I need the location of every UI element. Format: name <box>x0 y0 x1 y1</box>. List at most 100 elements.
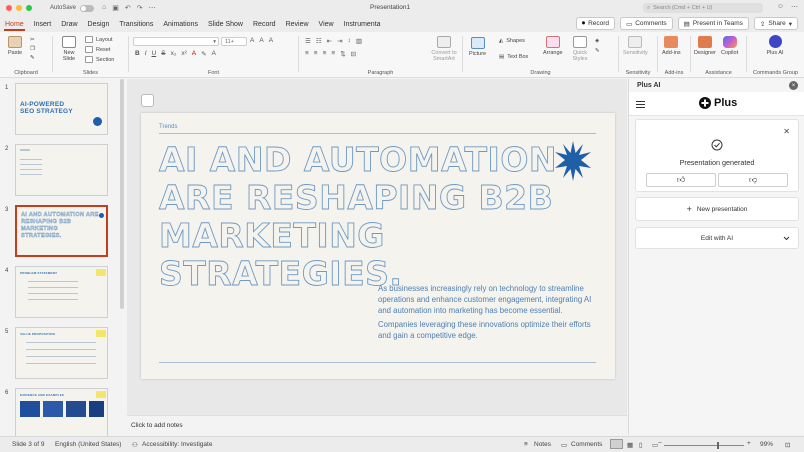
underline-icon[interactable]: U <box>152 50 157 58</box>
close-icon[interactable]: ✕ <box>783 127 790 136</box>
tab-review[interactable]: Review <box>281 16 314 32</box>
shape-outline-button[interactable]: ✎ <box>595 48 600 54</box>
present-in-teams-button[interactable]: ▤ Present in Teams <box>677 17 749 30</box>
columns-icon[interactable]: ▥ <box>356 37 362 45</box>
accessibility-status[interactable]: Accessibility: Investigate <box>142 441 212 448</box>
close-window-button[interactable] <box>6 5 12 11</box>
notes-pane[interactable]: Click to add notes <box>127 415 627 435</box>
notes-toggle[interactable]: Notes <box>534 441 551 448</box>
slide-body-paragraph-1[interactable]: As businesses increasingly rely on techn… <box>378 283 603 316</box>
copilot-icon[interactable] <box>141 94 154 107</box>
comments-toggle[interactable]: Comments <box>571 441 602 448</box>
zoom-window-button[interactable] <box>26 5 32 11</box>
align-right-icon[interactable]: ≡ <box>323 50 327 58</box>
thumbnails-scrollbar[interactable] <box>120 79 124 309</box>
language-status[interactable]: English (United States) <box>55 441 121 448</box>
share-button[interactable]: ⇪ Share ▾ <box>753 17 798 30</box>
copy-button[interactable]: ❐ <box>30 46 35 52</box>
zoom-level[interactable]: 99% <box>760 441 773 448</box>
share-person-icon[interactable]: ☺ <box>777 3 784 11</box>
decrease-indent-icon[interactable]: ⇤ <box>327 37 332 45</box>
arrange-button[interactable]: Arrange <box>543 36 563 56</box>
sensitivity-button[interactable]: Sensitivity <box>623 36 648 56</box>
comments-button[interactable]: ▭ Comments <box>620 17 673 30</box>
thumbnail-slide[interactable]: PROBLEM STATEMENT <box>15 266 108 318</box>
font-family-select[interactable]: ▾ <box>133 37 219 46</box>
close-icon[interactable]: × <box>789 81 798 90</box>
layout-button[interactable]: Layout <box>85 36 113 43</box>
tab-slide-show[interactable]: Slide Show <box>203 16 248 32</box>
copilot-button[interactable]: Copilot <box>721 36 738 56</box>
edit-with-ai-button[interactable]: Edit with AI <box>635 227 799 249</box>
numbering-icon[interactable]: ☷ <box>316 37 322 45</box>
more-icon[interactable]: ⋯ <box>149 4 156 12</box>
zoom-out-icon[interactable]: − <box>658 440 662 447</box>
slide-sorter-icon[interactable]: ▦ <box>627 441 633 449</box>
tab-design[interactable]: Design <box>83 16 115 32</box>
slide-body-paragraph-2[interactable]: Companies leveraging these innovations o… <box>378 319 603 341</box>
tab-instrumenta[interactable]: Instrumenta <box>339 16 386 32</box>
superscript-icon[interactable]: x² <box>181 50 186 58</box>
slide[interactable]: Trends AI AND AUTOMATION ARE RESHAPING B… <box>141 113 615 379</box>
quick-styles-button[interactable]: Quick Styles <box>569 36 591 62</box>
text-direction-icon[interactable]: ⇅ <box>340 50 345 58</box>
home-icon[interactable]: ⌂ <box>102 4 106 12</box>
shapes-button[interactable]: ◭ Shapes <box>499 38 525 44</box>
zoom-in-icon[interactable]: + <box>747 440 751 447</box>
new-presentation-button[interactable]: + New presentation <box>635 197 799 221</box>
addins-button[interactable]: Add-ins <box>662 36 681 56</box>
zoom-slider-handle[interactable] <box>717 442 719 449</box>
thumbnail-slide[interactable]: EVIDENCE AND EXAMPLES <box>15 388 108 440</box>
reset-button[interactable]: Reset <box>85 46 110 53</box>
text-box-button[interactable]: ▤ Text Box <box>499 54 528 60</box>
minimize-window-button[interactable] <box>16 5 22 11</box>
thumbnail-slide[interactable]: AI-POWERED SEO STRATEGY <box>15 83 108 135</box>
justify-icon[interactable]: ≡ <box>331 50 335 58</box>
convert-smartart-button[interactable]: Convert to SmartArt <box>427 36 461 62</box>
slide-kicker[interactable]: Trends <box>159 124 177 130</box>
shape-fill-button[interactable]: ◈ <box>595 38 599 44</box>
clear-format-icon[interactable]: A <box>269 37 273 44</box>
font-size-select[interactable]: 11+ <box>221 37 247 46</box>
designer-button[interactable]: Designer <box>694 36 716 56</box>
align-text-icon[interactable]: ⊟ <box>351 50 356 58</box>
tab-view[interactable]: View <box>314 16 339 32</box>
slide-headline[interactable]: AI AND AUTOMATION ARE RESHAPING B2B MARK… <box>159 140 559 293</box>
more-options-icon[interactable]: ⋯ <box>791 3 798 11</box>
paste-button[interactable]: Paste <box>8 36 22 56</box>
autosave-toggle[interactable] <box>80 4 95 12</box>
cut-button[interactable]: ✂ <box>30 37 35 43</box>
thumbs-up-button[interactable]: 👍︎ <box>646 173 716 187</box>
tab-record[interactable]: Record <box>248 16 281 32</box>
fit-to-window-icon[interactable]: ⊡ <box>785 441 790 449</box>
grow-font-icon[interactable]: A <box>250 37 254 44</box>
thumbnail-slide[interactable]: VALUE PROPOSITION <box>15 327 108 379</box>
search-input[interactable]: ⌕ Search (Cmd + Ctrl + U) <box>643 3 763 13</box>
reading-view-icon[interactable]: ▯ <box>639 441 643 449</box>
new-slide-button[interactable]: New Slide <box>58 36 80 62</box>
line-spacing-icon[interactable]: ↕ <box>348 37 351 45</box>
thumbs-down-button[interactable]: 👎︎ <box>718 173 788 187</box>
font-color-icon[interactable]: A <box>192 50 196 58</box>
menu-icon[interactable] <box>636 101 645 108</box>
record-button[interactable]: ⏺ Record <box>575 17 616 30</box>
bullets-icon[interactable]: ☰ <box>305 37 311 45</box>
text-effects-icon[interactable]: A <box>212 50 216 58</box>
align-left-icon[interactable]: ≡ <box>305 50 309 58</box>
increase-indent-icon[interactable]: ⇥ <box>337 37 342 45</box>
save-icon[interactable]: ▣ <box>112 4 119 12</box>
shrink-font-icon[interactable]: A <box>259 37 263 44</box>
section-button[interactable]: Section <box>85 56 114 63</box>
format-painter-button[interactable]: ✎ <box>30 55 35 61</box>
thumbnail-slide[interactable] <box>15 144 108 196</box>
tab-home[interactable]: Home <box>0 16 29 32</box>
plus-ai-button[interactable]: Plus AI <box>765 35 785 56</box>
subscript-icon[interactable]: x₂ <box>171 50 177 58</box>
align-center-icon[interactable]: ≡ <box>314 50 318 58</box>
highlight-icon[interactable]: ✎ <box>201 50 206 58</box>
thumbnail-slide-selected[interactable]: AI AND AUTOMATION ARE RESHAPING B2B MARK… <box>15 205 108 257</box>
tab-animations[interactable]: Animations <box>158 16 203 32</box>
zoom-slider[interactable] <box>664 445 744 446</box>
italic-icon[interactable]: I <box>145 50 147 58</box>
normal-view-icon[interactable] <box>610 439 623 449</box>
